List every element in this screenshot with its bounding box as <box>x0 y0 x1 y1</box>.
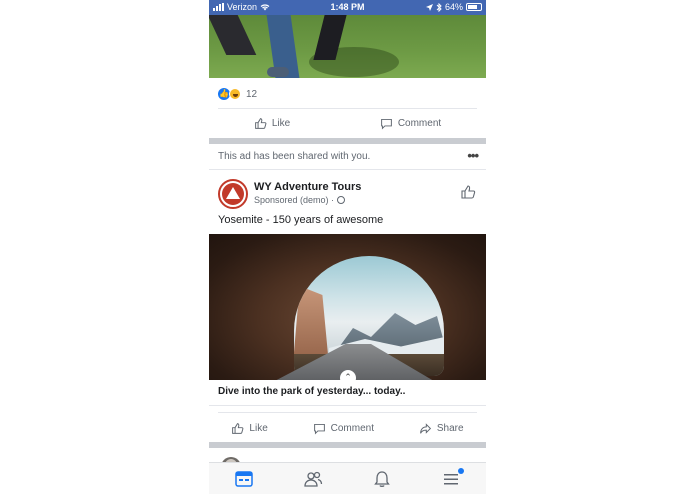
comment-button[interactable]: Comment <box>380 117 441 130</box>
previous-post-actions: Like Comment <box>209 110 486 136</box>
friends-icon <box>304 471 323 487</box>
sponsored-line: Sponsored (demo) · <box>254 195 346 205</box>
tab-notifications[interactable] <box>367 467 397 491</box>
share-icon <box>419 422 431 434</box>
reaction-summary[interactable]: 👍 12 <box>218 86 257 102</box>
feed-separator <box>209 442 486 448</box>
bottom-tab-bar <box>209 462 486 494</box>
bluetooth-icon <box>436 2 442 12</box>
divider <box>209 169 486 170</box>
battery-icon <box>466 3 482 11</box>
phone-screen: Verizon 1:48 PM 64% 👍 12 Like Comment Th… <box>209 0 486 494</box>
tab-menu[interactable] <box>436 467 466 491</box>
share-button[interactable]: Share <box>419 422 464 435</box>
previous-post-photo[interactable] <box>209 15 486 78</box>
menu-notification-dot <box>458 467 465 474</box>
mountain-logo-icon <box>222 183 244 205</box>
status-right: 64% <box>425 2 482 12</box>
battery-percent: 64% <box>444 2 463 12</box>
status-bar: Verizon 1:48 PM 64% <box>209 0 486 15</box>
like-button[interactable]: Like <box>254 117 290 130</box>
reaction-count: 12 <box>246 88 258 100</box>
divider <box>218 108 477 109</box>
news-feed-icon <box>234 470 253 487</box>
ad-post-header: WY Adventure Tours Sponsored (demo) · <box>209 174 486 214</box>
haha-reaction-icon <box>229 88 241 100</box>
globe-icon <box>337 196 346 204</box>
feed-separator <box>209 138 486 144</box>
more-options-button[interactable]: ••• <box>467 148 479 163</box>
link-description[interactable]: Dive into the park of yesterday... today… <box>209 380 486 404</box>
like-label: Like <box>249 422 268 434</box>
shared-notice-text: This ad has been shared with you. <box>218 151 371 162</box>
ad-post-actions: Like Comment Share <box>209 415 486 441</box>
comment-icon <box>380 118 392 130</box>
comment-label: Comment <box>397 117 442 129</box>
comment-icon <box>313 423 325 435</box>
location-arrow-icon <box>425 3 433 11</box>
ad-image[interactable]: ⌃ <box>209 234 486 380</box>
thumbs-up-icon <box>254 117 267 129</box>
link-description-text: Dive into the park of yesterday... today… <box>218 386 406 397</box>
sponsored-label: Sponsored (demo) · <box>254 195 335 205</box>
tab-news-feed[interactable] <box>229 467 259 491</box>
page-avatar[interactable] <box>218 179 248 209</box>
divider <box>209 405 486 406</box>
comment-label: Comment <box>330 422 374 434</box>
thumbs-up-icon <box>232 422 244 434</box>
like-page-button[interactable] <box>460 184 476 200</box>
divider <box>218 412 477 413</box>
comment-button[interactable]: Comment <box>313 422 374 435</box>
notifications-bell-icon <box>374 470 390 487</box>
chevron-up-icon[interactable]: ⌃ <box>340 370 356 380</box>
ad-caption: Yosemite - 150 years of awesome <box>218 214 384 226</box>
share-label: Share <box>436 422 464 434</box>
page-name-link[interactable]: WY Adventure Tours <box>254 181 361 193</box>
like-button[interactable]: Like <box>231 422 268 435</box>
shared-ad-notice: This ad has been shared with you. ••• <box>209 146 486 168</box>
tab-friends[interactable] <box>298 467 328 491</box>
like-label: Like <box>271 117 291 129</box>
